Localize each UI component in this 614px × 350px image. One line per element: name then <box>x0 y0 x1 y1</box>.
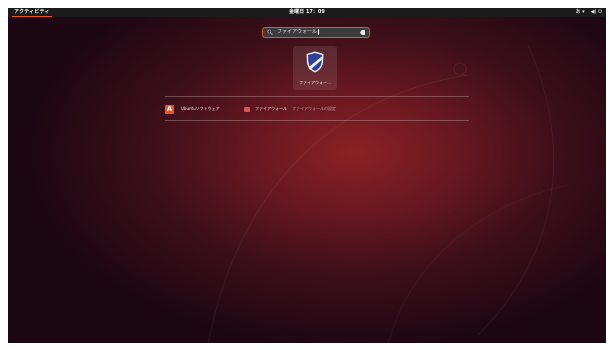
system-tray: あ ▾ ◀) ⏻ <box>576 8 602 17</box>
result-name: ファイアウォール <box>255 106 287 111</box>
text-caret <box>318 28 320 35</box>
provider-label: Ubuntuソフトウェア <box>181 106 220 111</box>
top-bar: アクティビティ 金曜日 17：09 あ ▾ ◀) ⏻ <box>8 8 606 17</box>
results-divider-top <box>165 96 469 97</box>
results-divider-bottom <box>165 120 469 121</box>
screen: アクティビティ 金曜日 17：09 あ ▾ ◀) ⏻ 🔍︎ ファイアウォール フ… <box>0 0 614 350</box>
app-tile-label: ファイアウォー… <box>299 80 331 85</box>
app-result-tile[interactable]: ファイアウォー… <box>293 46 337 90</box>
input-method-indicator[interactable]: あ ▾ <box>576 8 585 17</box>
software-provider[interactable]: A Ubuntuソフトウェア <box>165 104 220 114</box>
search-icon: 🔍︎ <box>267 30 274 36</box>
ubuntu-software-icon: A <box>165 104 174 114</box>
result-description: ファイアウォールの設定 <box>292 106 336 111</box>
system-menu-button[interactable]: ◀) ⏻ <box>591 8 602 17</box>
firewall-shield-icon <box>306 51 324 73</box>
clear-search-icon[interactable] <box>360 30 365 35</box>
firewall-app-icon <box>244 106 250 112</box>
software-result-item[interactable]: ファイアウォール ファイアウォールの設定 <box>244 104 336 114</box>
clock[interactable]: 金曜日 17：09 <box>8 8 606 17</box>
search-query-text: ファイアウォール <box>277 29 318 35</box>
search-input[interactable]: 🔍︎ ファイアウォール <box>262 27 370 38</box>
